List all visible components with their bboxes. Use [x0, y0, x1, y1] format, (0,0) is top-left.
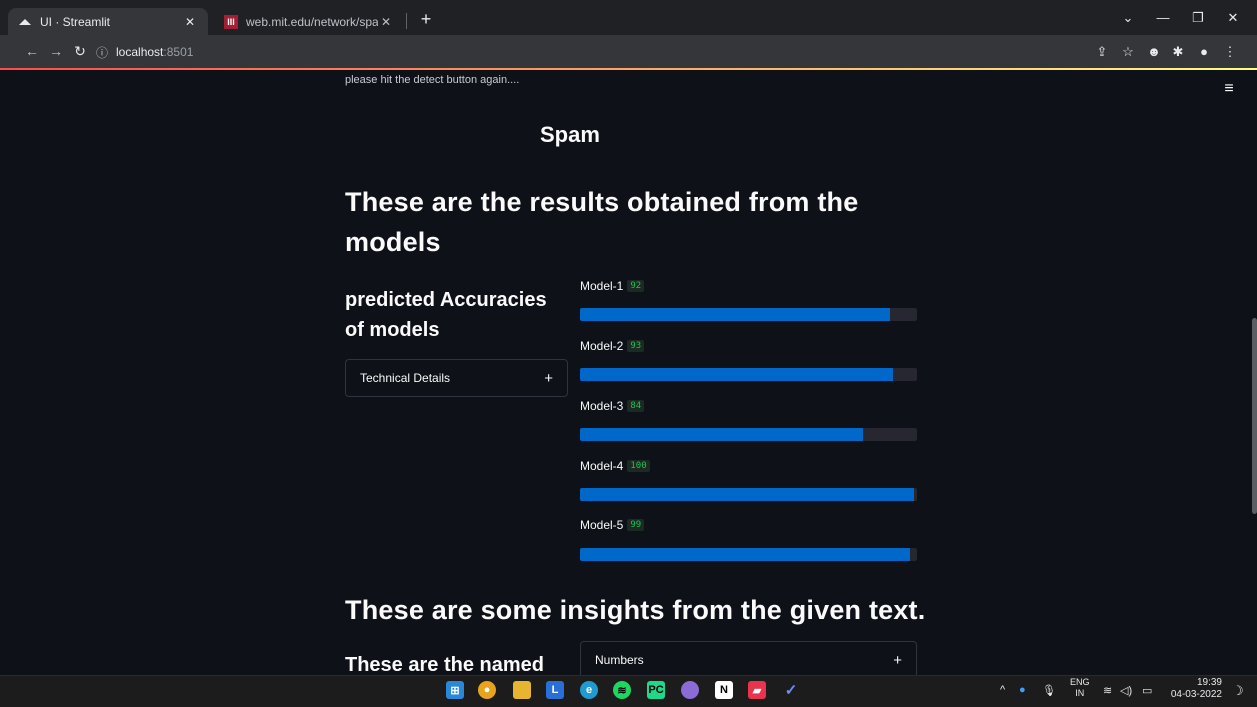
- site-info-icon[interactable]: ⓘ: [96, 44, 108, 61]
- accuracy-subheading: predicted Accuracies of models: [345, 289, 547, 341]
- progress-fill: [580, 548, 911, 561]
- progress-fill: [580, 368, 894, 381]
- metric-model-2: Model-2 93: [580, 339, 645, 353]
- mit-favicon-icon: III: [224, 14, 238, 29]
- restore-button[interactable]: ❐: [1183, 8, 1213, 28]
- metric-model-4: Model-4 100: [580, 459, 650, 473]
- tab-title: web.mit.edu/network/spam/exa: [246, 14, 378, 29]
- minimize-button[interactable]: —: [1148, 8, 1178, 28]
- pycharm-icon[interactable]: PC: [647, 681, 665, 699]
- microphone-icon[interactable]: 🎙: [1042, 684, 1056, 697]
- metric-label: Model-2: [580, 339, 624, 353]
- tab-divider: [406, 13, 407, 29]
- chrome-icon[interactable]: ●: [478, 681, 496, 699]
- numbers-expander[interactable]: Numbers +: [580, 641, 917, 679]
- browser-menu-icon[interactable]: ⋮: [1220, 41, 1240, 63]
- metric-label: Model-1: [580, 279, 624, 293]
- tab-close-icon[interactable]: ✕: [182, 15, 198, 29]
- progress-bar-model-2: [580, 368, 917, 381]
- tab-search-chevron-icon[interactable]: ⌄: [1113, 8, 1143, 28]
- insights-heading: These are some insights from the given t…: [345, 595, 926, 625]
- metric-value: 92: [627, 280, 645, 292]
- region-code: IN: [1075, 688, 1085, 698]
- tab-mit[interactable]: III web.mit.edu/network/spam/exa ✕: [214, 8, 404, 35]
- clock-time: 19:39: [1196, 677, 1222, 688]
- spotify-icon[interactable]: ≋: [613, 681, 631, 699]
- todo-icon[interactable]: ✓: [782, 681, 800, 699]
- technical-details-expander[interactable]: Technical Details +: [345, 359, 568, 397]
- progress-fill: [580, 488, 914, 501]
- progress-fill: [580, 308, 891, 321]
- previous-status-text: please hit the detect button again....: [345, 74, 520, 86]
- metric-label: Model-3: [580, 399, 624, 413]
- extension-face-icon[interactable]: ☻: [1144, 41, 1164, 63]
- metric-label: Model-5: [580, 518, 624, 532]
- expander-label: Technical Details: [360, 371, 451, 385]
- metric-value: 84: [627, 400, 645, 412]
- metric-label: Model-4: [580, 459, 624, 473]
- profile-avatar-icon[interactable]: ●: [1194, 41, 1214, 63]
- flashcards-icon[interactable]: ▰: [748, 681, 766, 699]
- reload-icon[interactable]: ↻: [70, 41, 90, 61]
- address-bar[interactable]: ⓘ localhost :8501: [96, 41, 1106, 63]
- progress-bar-model-3: [580, 428, 917, 441]
- url-host: localhost: [116, 45, 164, 59]
- tab-streamlit[interactable]: UI · Streamlit ✕: [8, 8, 208, 35]
- results-heading: These are the results obtained from the …: [345, 187, 859, 257]
- hamburger-menu-icon[interactable]: ≡: [1220, 80, 1238, 98]
- metric-value: 100: [627, 460, 650, 472]
- progress-bar-model-4: [580, 488, 917, 501]
- clock[interactable]: 19:39 04-03-2022: [1160, 677, 1222, 701]
- metric-model-1: Model-1 92: [580, 279, 645, 293]
- language-indicator[interactable]: ENG IN: [1070, 677, 1090, 699]
- notion-icon[interactable]: N: [715, 681, 733, 699]
- tray-app-icon[interactable]: ●: [1019, 684, 1026, 696]
- file-explorer-icon[interactable]: [513, 681, 531, 699]
- volume-icon[interactable]: ◁): [1120, 684, 1132, 697]
- expander-label: Numbers: [595, 653, 644, 667]
- notifications-icon[interactable]: ☽: [1232, 683, 1244, 699]
- language-code: ENG: [1070, 677, 1090, 687]
- wifi-icon[interactable]: ≋: [1103, 684, 1112, 697]
- prediction-label: Spam: [540, 122, 600, 147]
- forward-arrow-icon[interactable]: →: [46, 41, 66, 61]
- share-icon[interactable]: ⇪: [1092, 41, 1112, 63]
- github-desktop-icon[interactable]: [681, 681, 699, 699]
- tab-title: UI · Streamlit: [40, 14, 111, 29]
- lightworks-icon[interactable]: L: [546, 681, 564, 699]
- battery-icon[interactable]: ▭: [1142, 684, 1152, 697]
- metric-value: 93: [627, 340, 645, 352]
- new-tab-button[interactable]: +: [415, 8, 437, 30]
- edge-icon[interactable]: e: [580, 681, 598, 699]
- url-port: :8501: [163, 45, 194, 59]
- progress-bar-model-1: [580, 308, 917, 321]
- clock-date: 04-03-2022: [1170, 689, 1222, 700]
- metric-value: 99: [627, 519, 645, 531]
- streamlit-favicon-icon: [18, 15, 32, 29]
- streamlit-decoration-bar: [0, 68, 1257, 70]
- tray-chevron-icon[interactable]: ^: [1000, 684, 1005, 696]
- back-arrow-icon[interactable]: ←: [22, 41, 42, 61]
- expand-plus-icon[interactable]: +: [893, 652, 902, 669]
- metric-model-5: Model-5 99: [580, 518, 645, 532]
- extensions-puzzle-icon[interactable]: ✱: [1168, 41, 1188, 63]
- expand-plus-icon[interactable]: +: [544, 370, 553, 387]
- tab-close-icon[interactable]: ✕: [378, 15, 394, 29]
- close-window-button[interactable]: ✕: [1218, 8, 1248, 28]
- metric-model-3: Model-3 84: [580, 399, 645, 413]
- progress-bar-model-5: [580, 548, 917, 561]
- bookmark-star-icon[interactable]: ☆: [1118, 41, 1138, 63]
- page-scrollbar[interactable]: [1252, 318, 1257, 514]
- progress-fill: [580, 428, 864, 441]
- windows-start-icon[interactable]: ⊞: [446, 681, 464, 699]
